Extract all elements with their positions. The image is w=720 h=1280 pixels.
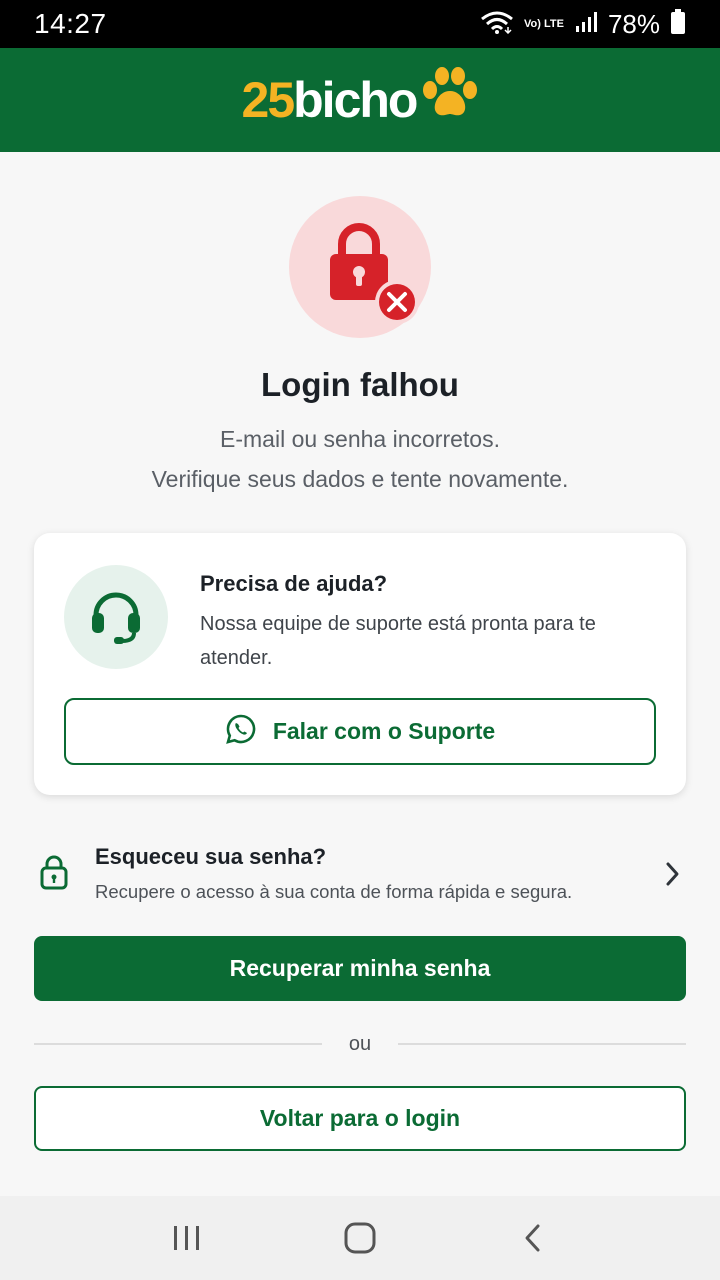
chevron-right-icon xyxy=(662,860,682,893)
status-icons: Vo) LTE 78% xyxy=(480,8,686,40)
forgot-password-row[interactable]: Esqueceu sua senha? Recupere o acesso à … xyxy=(34,834,686,914)
logo-number: 25 xyxy=(241,72,296,128)
divider-right xyxy=(398,1043,686,1045)
recover-password-label: Recuperar minha senha xyxy=(229,955,491,981)
status-time: 14:27 xyxy=(34,8,107,39)
help-card: Precisa de ajuda? Nossa equipe de suport… xyxy=(34,533,686,795)
app-logo: 25 bicho xyxy=(241,66,479,129)
help-title: Precisa de ajuda? xyxy=(200,571,388,596)
app-header: 25 bicho xyxy=(0,48,720,152)
contact-support-button[interactable]: Falar com o Suporte xyxy=(64,698,656,765)
lock-icon xyxy=(38,854,70,895)
divider-text: ou xyxy=(348,1033,372,1055)
page-title: Login falhou xyxy=(261,366,459,403)
home-icon[interactable] xyxy=(330,1208,390,1268)
back-to-login-button[interactable]: Voltar para o login xyxy=(34,1086,686,1151)
paw-icon xyxy=(416,66,478,127)
battery-icon xyxy=(670,8,686,40)
logo-word: bicho xyxy=(293,72,418,128)
system-nav-bar xyxy=(0,1196,720,1280)
signal-icon xyxy=(574,10,598,39)
contact-support-label: Falar com o Suporte xyxy=(272,718,496,744)
recents-icon[interactable] xyxy=(157,1208,217,1268)
help-text: Nossa equipe de suporte está pronta para… xyxy=(200,613,596,669)
whatsapp-icon xyxy=(225,713,257,750)
volte-label: Vo) LTE xyxy=(524,17,564,30)
battery-level: 78% xyxy=(607,8,660,39)
back-icon[interactable] xyxy=(503,1208,563,1268)
forgot-password-text: Recupere o acesso à sua conta de forma r… xyxy=(95,881,573,902)
forgot-password-title: Esqueceu sua senha? xyxy=(95,844,327,869)
status-bar: 14:27 Vo) LTE 78% xyxy=(0,0,720,48)
headset-icon xyxy=(64,565,168,669)
divider-left xyxy=(34,1043,322,1045)
lock-error-icon xyxy=(289,196,431,338)
wifi-icon xyxy=(480,10,514,39)
back-to-login-label: Voltar para o login xyxy=(259,1105,461,1131)
recover-password-button[interactable]: Recuperar minha senha xyxy=(34,936,686,1001)
error-message-line2: Verifique seus dados e tente novamente. xyxy=(151,466,569,492)
error-message-line1: E-mail ou senha incorretos. xyxy=(220,426,500,452)
